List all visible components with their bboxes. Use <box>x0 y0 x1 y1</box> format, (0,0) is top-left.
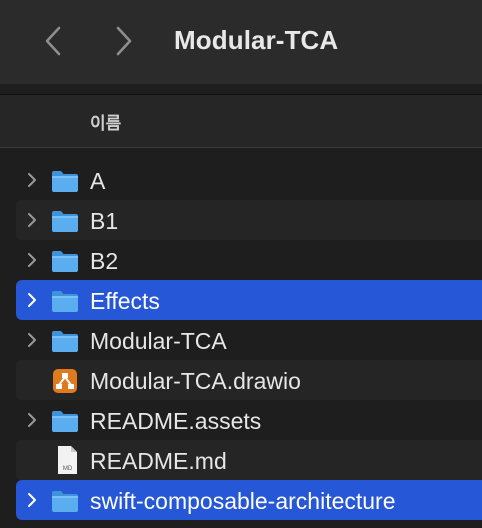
file-row[interactable]: B1 <box>16 200 482 240</box>
chevron-right-icon <box>116 26 132 56</box>
folder-icon-wrap <box>50 208 80 234</box>
disclosure-toggle[interactable] <box>26 412 38 428</box>
disclosure-chevron-icon <box>28 493 36 507</box>
disclosure-chevron-icon <box>28 173 36 187</box>
file-row[interactable]: Modular-TCA.drawio <box>16 360 482 400</box>
file-row[interactable]: README.assets <box>16 400 482 440</box>
disclosure-chevron-icon <box>28 413 36 427</box>
file-row[interactable]: Modular-TCA <box>16 320 482 360</box>
disclosure-toggle[interactable] <box>26 332 38 348</box>
disclosure-chevron-icon <box>28 213 36 227</box>
file-name: B1 <box>90 208 119 234</box>
folder-icon <box>52 251 78 272</box>
toolbar: Modular-TCA <box>0 0 482 84</box>
file-name: A <box>90 168 106 194</box>
header-divider <box>0 147 482 148</box>
markdown-file-icon: MD <box>58 446 77 474</box>
disclosure-toggle[interactable] <box>26 172 38 188</box>
disclosure-toggle[interactable] <box>26 252 38 268</box>
folder-icon-wrap <box>50 168 80 194</box>
file-name: README.assets <box>90 408 262 434</box>
markdown-icon-wrap: MD <box>52 445 82 474</box>
folder-icon <box>52 171 78 192</box>
folder-icon-wrap <box>50 248 80 274</box>
folder-icon <box>52 291 78 312</box>
folder-icon <box>52 411 78 432</box>
column-header-label: 이름 <box>90 114 122 133</box>
back-button[interactable] <box>40 24 66 58</box>
folder-icon-wrap <box>50 488 80 514</box>
file-row[interactable]: MD README.md <box>16 440 482 480</box>
file-type-label: MD <box>63 466 73 472</box>
chevron-left-icon <box>45 26 61 56</box>
file-name: Effects <box>90 288 160 314</box>
window-title: Modular-TCA <box>174 25 339 55</box>
file-row[interactable]: A <box>16 160 482 200</box>
file-row[interactable]: Effects <box>16 280 482 320</box>
disclosure-chevron-icon <box>28 293 36 307</box>
disclosure-toggle[interactable] <box>26 292 38 308</box>
folder-icon <box>52 491 78 512</box>
file-row[interactable]: swift-composable-architecture <box>16 480 482 520</box>
folder-icon-wrap <box>50 408 80 434</box>
file-name: Modular-TCA.drawio <box>90 368 301 394</box>
file-row[interactable]: B2 <box>16 240 482 280</box>
folder-icon-wrap <box>50 288 80 314</box>
file-name: swift-composable-architecture <box>90 488 396 514</box>
file-name: README.md <box>90 448 227 474</box>
column-header-name[interactable]: 이름 <box>0 95 482 147</box>
folder-icon-wrap <box>50 328 80 354</box>
disclosure-chevron-icon <box>28 253 36 267</box>
drawio-icon-wrap <box>50 368 80 394</box>
file-name: B2 <box>90 248 119 274</box>
disclosure-toggle[interactable] <box>26 212 38 228</box>
folder-icon <box>52 331 78 352</box>
disclosure-toggle[interactable] <box>26 492 38 508</box>
forward-button[interactable] <box>111 24 137 58</box>
disclosure-chevron-icon <box>28 333 36 347</box>
drawio-icon <box>53 369 77 393</box>
folder-icon <box>52 211 78 232</box>
finder-window: Modular-TCA 이름 A B1 B2 Effects Modular-TCA Mo… <box>0 0 482 528</box>
file-name: Modular-TCA <box>90 328 227 354</box>
